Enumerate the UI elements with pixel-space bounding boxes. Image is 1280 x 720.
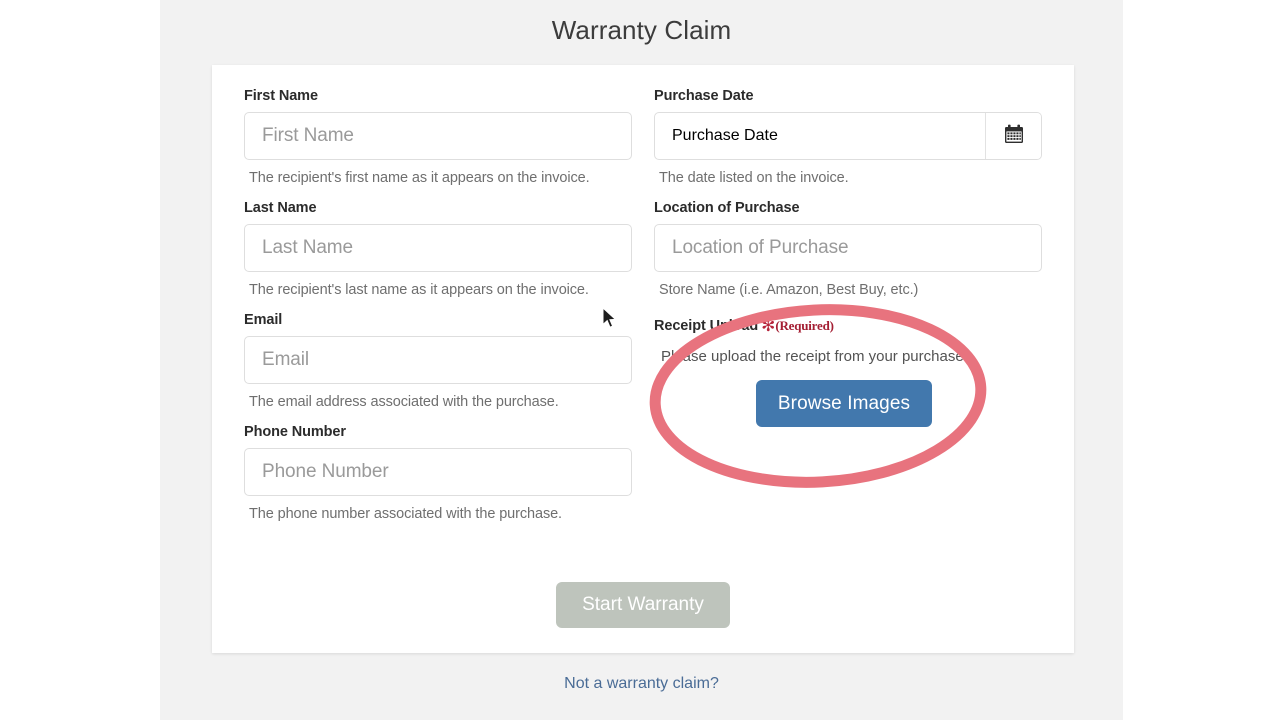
last-name-placeholder: Last Name	[262, 237, 353, 258]
required-asterisk-icon: ✻	[761, 316, 776, 335]
location-of-purchase-input[interactable]: Location of Purchase	[654, 224, 1042, 272]
screen: Warranty Claim First Name First Name The…	[0, 0, 1280, 720]
last-name-input[interactable]: Last Name	[244, 224, 632, 272]
purchase-date-help: The date listed on the invoice.	[659, 170, 849, 186]
browse-images-button[interactable]: Browse Images	[755, 380, 933, 427]
footer: Not a warranty claim?	[160, 675, 1123, 693]
browse-button-row: Browse Images	[654, 380, 1042, 427]
email-help: The email address associated with the pu…	[249, 394, 559, 410]
receipt-upload-section: Receipt Upload ✻(Required) Please upload …	[654, 317, 1042, 427]
first-name-placeholder: First Name	[262, 125, 354, 146]
field-location-of-purchase: Location of Purchase Location of Purchas…	[654, 199, 1042, 299]
first-name-input[interactable]: First Name	[244, 112, 632, 160]
receipt-upload-label-text: Receipt Upload	[654, 318, 759, 334]
field-phone-number: Phone Number Phone Number The phone numb…	[244, 423, 632, 523]
receipt-upload-help: Please upload the receipt from your purc…	[661, 348, 964, 365]
form-right-column: Purchase Date Purchase Date The date lis…	[654, 87, 1042, 535]
required-note: (Required)	[775, 318, 834, 333]
email-placeholder: Email	[262, 349, 310, 370]
field-email: Email Email The email address associated…	[244, 311, 632, 411]
page-background: Warranty Claim First Name First Name The…	[160, 0, 1123, 720]
warranty-claim-card: First Name First Name The recipient's fi…	[212, 65, 1074, 653]
location-of-purchase-placeholder: Location of Purchase	[672, 237, 849, 258]
phone-number-label: Phone Number	[244, 424, 346, 440]
purchase-date-placeholder: Purchase Date	[672, 127, 778, 144]
email-input[interactable]: Email	[244, 336, 632, 384]
location-of-purchase-label: Location of Purchase	[654, 200, 800, 216]
email-label: Email	[244, 312, 283, 328]
location-of-purchase-help: Store Name (i.e. Amazon, Best Buy, etc.)	[659, 282, 919, 298]
form-left-column: First Name First Name The recipient's fi…	[244, 87, 632, 535]
receipt-upload-label: Receipt Upload ✻(Required)	[654, 317, 1042, 335]
form-columns: First Name First Name The recipient's fi…	[244, 87, 1042, 535]
field-first-name: First Name First Name The recipient's fi…	[244, 87, 632, 187]
calendar-icon	[1003, 123, 1025, 150]
last-name-help: The recipient's last name as it appears …	[249, 282, 589, 298]
field-last-name: Last Name Last Name The recipient's last…	[244, 199, 632, 299]
page-title: Warranty Claim	[551, 15, 732, 45]
phone-number-placeholder: Phone Number	[262, 461, 389, 482]
purchase-date-input-group: Purchase Date	[654, 112, 1042, 160]
purchase-date-label: Purchase Date	[654, 88, 754, 104]
start-warranty-button[interactable]: Start Warranty	[556, 582, 730, 628]
phone-number-input[interactable]: Phone Number	[244, 448, 632, 496]
not-a-warranty-claim-link[interactable]: Not a warranty claim?	[564, 675, 719, 692]
field-purchase-date: Purchase Date Purchase Date The date lis…	[654, 87, 1042, 187]
purchase-date-input[interactable]: Purchase Date	[655, 113, 985, 159]
first-name-label: First Name	[244, 88, 318, 104]
phone-number-help: The phone number associated with the pur…	[249, 506, 562, 522]
last-name-label: Last Name	[244, 200, 317, 216]
calendar-button[interactable]	[985, 113, 1041, 159]
submit-row: Start Warranty	[212, 582, 1074, 628]
first-name-help: The recipient's first name as it appears…	[249, 170, 590, 186]
